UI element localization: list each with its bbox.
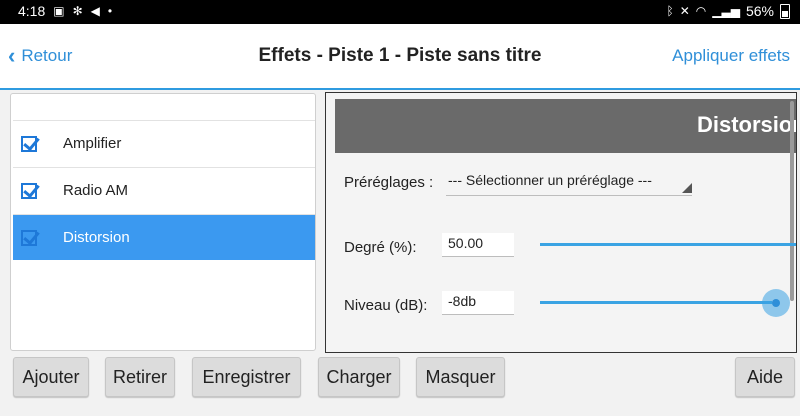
battery-icon <box>780 3 790 19</box>
gallery-icon: ▣ <box>53 4 65 18</box>
load-button[interactable]: Charger <box>318 357 400 397</box>
effect-label: Amplifier <box>63 135 122 152</box>
checkbox[interactable] <box>21 229 37 246</box>
list-item-amplifier[interactable]: Amplifier <box>13 120 315 166</box>
effect-settings-panel: Distorsion Préréglages : --- Sélectionne… <box>325 92 797 353</box>
top-bar: ‹ Retour Effets - Piste 1 - Piste sans t… <box>0 24 800 90</box>
dot-icon: • <box>107 4 113 18</box>
preset-value: --- Sélectionner un préréglage --- <box>448 172 652 188</box>
fan-icon: ✻ <box>72 4 83 18</box>
level-input[interactable]: -8db <box>442 291 514 315</box>
checkbox[interactable] <box>21 135 37 152</box>
dropdown-arrow-icon <box>682 183 692 193</box>
list-item-radio-am[interactable]: Radio AM <box>13 167 315 213</box>
preset-dropdown[interactable]: --- Sélectionner un préréglage --- <box>446 169 692 196</box>
send-icon: ◀ <box>90 4 100 18</box>
checkbox[interactable] <box>21 182 37 199</box>
effect-label: Radio AM <box>63 182 129 199</box>
bluetooth-icon: ᛒ <box>666 4 674 18</box>
status-bar: 4:18 ▣ ✻ ◀ • ᛒ ✕ ◠ ▁▃▅ 56% <box>0 0 800 24</box>
panel-title: Distorsion <box>697 112 797 137</box>
degree-slider[interactable] <box>540 243 796 246</box>
status-time: 4:18 <box>18 3 46 19</box>
apply-effects-button[interactable]: Appliquer effets <box>672 46 790 66</box>
add-button[interactable]: Ajouter <box>13 357 89 397</box>
effects-list: Amplifier Radio AM Distorsion <box>10 93 316 351</box>
help-button[interactable]: Aide <box>735 357 795 397</box>
list-item-distorsion[interactable]: Distorsion <box>13 214 315 260</box>
degree-input[interactable]: 50.00 <box>442 233 514 257</box>
level-slider[interactable] <box>540 301 772 304</box>
save-button[interactable]: Enregistrer <box>192 357 301 397</box>
battery-percent: 56% <box>745 3 774 19</box>
presets-label: Préréglages : <box>344 174 434 191</box>
mute-icon: ✕ <box>679 4 690 18</box>
degree-label: Degré (%): <box>344 239 417 256</box>
panel-header: Distorsion <box>335 99 797 153</box>
wifi-icon: ◠ <box>695 4 707 18</box>
scrollbar[interactable] <box>790 101 794 301</box>
hide-button[interactable]: Masquer <box>416 357 505 397</box>
remove-button[interactable]: Retirer <box>105 357 175 397</box>
level-label: Niveau (dB): <box>344 297 428 314</box>
effect-label: Distorsion <box>63 229 130 246</box>
signal-icon: ▁▃▅ <box>712 4 740 18</box>
slider-thumb-dot <box>772 299 780 307</box>
